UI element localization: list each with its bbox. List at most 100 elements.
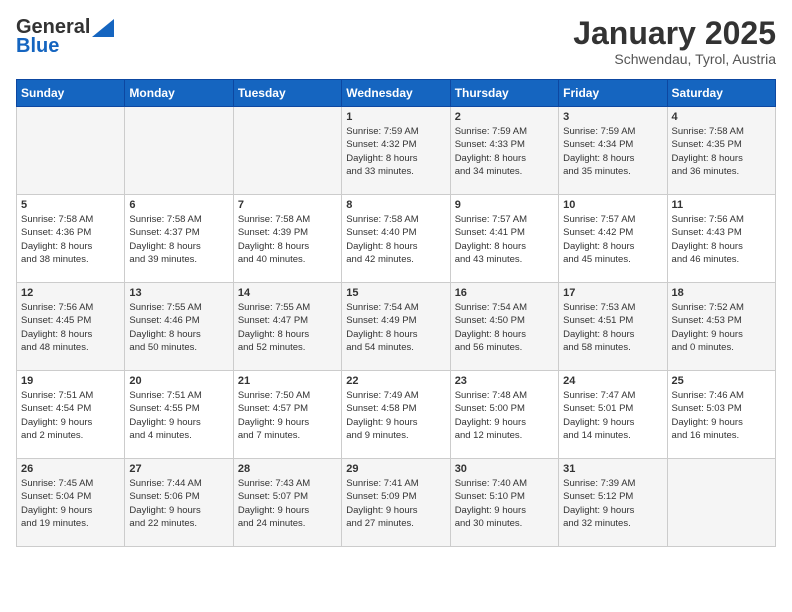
calendar-body: 1 Sunrise: 7:59 AM Sunset: 4:32 PM Daylig… <box>17 107 776 547</box>
day-number: 24 <box>563 375 662 387</box>
calendar-week-row: 19 Sunrise: 7:51 AM Sunset: 4:54 PM Dayli… <box>17 371 776 459</box>
logo-blue-text: Blue <box>16 35 59 58</box>
table-row: 14 Sunrise: 7:55 AM Sunset: 4:47 PM Dayli… <box>233 283 341 371</box>
day-info: Sunrise: 7:55 AM Sunset: 4:46 PM Dayligh… <box>129 301 228 354</box>
calendar-week-row: 1 Sunrise: 7:59 AM Sunset: 4:32 PM Daylig… <box>17 107 776 195</box>
day-number: 17 <box>563 287 662 299</box>
day-number: 7 <box>238 199 337 211</box>
table-row: 19 Sunrise: 7:51 AM Sunset: 4:54 PM Dayli… <box>17 371 125 459</box>
day-info: Sunrise: 7:45 AM Sunset: 5:04 PM Dayligh… <box>21 477 120 530</box>
table-row: 10 Sunrise: 7:57 AM Sunset: 4:42 PM Dayli… <box>559 195 667 283</box>
day-info: Sunrise: 7:58 AM Sunset: 4:39 PM Dayligh… <box>238 213 337 266</box>
table-row: 25 Sunrise: 7:46 AM Sunset: 5:03 PM Dayli… <box>667 371 775 459</box>
table-row <box>667 459 775 547</box>
day-info: Sunrise: 7:54 AM Sunset: 4:49 PM Dayligh… <box>346 301 445 354</box>
header-thursday: Thursday <box>450 80 558 107</box>
day-number: 29 <box>346 463 445 475</box>
calendar-week-row: 12Sunrise: 7:56 AM Sunset: 4:45 PM Dayli… <box>17 283 776 371</box>
header-saturday: Saturday <box>667 80 775 107</box>
table-row: 27 Sunrise: 7:44 AM Sunset: 5:06 PM Dayli… <box>125 459 233 547</box>
day-info: Sunrise: 7:53 AM Sunset: 4:51 PM Dayligh… <box>563 301 662 354</box>
day-number: 12 <box>21 287 120 299</box>
table-row: 24 Sunrise: 7:47 AM Sunset: 5:01 PM Dayli… <box>559 371 667 459</box>
day-info: Sunrise: 7:58 AM Sunset: 4:35 PM Dayligh… <box>672 125 771 178</box>
day-number: 11 <box>672 199 771 211</box>
day-info: Sunrise: 7:48 AM Sunset: 5:00 PM Dayligh… <box>455 389 554 442</box>
table-row: 30Sunrise: 7:40 AM Sunset: 5:10 PM Dayli… <box>450 459 558 547</box>
logo: General Blue <box>16 16 114 58</box>
day-info: Sunrise: 7:44 AM Sunset: 5:06 PM Dayligh… <box>129 477 228 530</box>
calendar-header-row: Sunday Monday Tuesday Wednesday Thursday… <box>17 80 776 107</box>
table-row: 15 Sunrise: 7:54 AM Sunset: 4:49 PM Dayli… <box>342 283 450 371</box>
table-row: 29 Sunrise: 7:41 AM Sunset: 5:09 PM Dayli… <box>342 459 450 547</box>
day-info: Sunrise: 7:59 AM Sunset: 4:33 PM Dayligh… <box>455 125 554 178</box>
table-row: 6 Sunrise: 7:58 AM Sunset: 4:37 PM Daylig… <box>125 195 233 283</box>
day-number: 3 <box>563 111 662 123</box>
day-number: 2 <box>455 111 554 123</box>
day-info: Sunrise: 7:59 AM Sunset: 4:32 PM Dayligh… <box>346 125 445 178</box>
day-info: Sunrise: 7:58 AM Sunset: 4:36 PM Dayligh… <box>21 213 120 266</box>
day-number: 25 <box>672 375 771 387</box>
header-tuesday: Tuesday <box>233 80 341 107</box>
day-info: Sunrise: 7:43 AM Sunset: 5:07 PM Dayligh… <box>238 477 337 530</box>
header-sunday: Sunday <box>17 80 125 107</box>
day-info: Sunrise: 7:58 AM Sunset: 4:37 PM Dayligh… <box>129 213 228 266</box>
table-row: 7 Sunrise: 7:58 AM Sunset: 4:39 PM Daylig… <box>233 195 341 283</box>
day-info: Sunrise: 7:49 AM Sunset: 4:58 PM Dayligh… <box>346 389 445 442</box>
table-row: 3 Sunrise: 7:59 AM Sunset: 4:34 PM Daylig… <box>559 107 667 195</box>
header-monday: Monday <box>125 80 233 107</box>
day-info: Sunrise: 7:46 AM Sunset: 5:03 PM Dayligh… <box>672 389 771 442</box>
day-number: 27 <box>129 463 228 475</box>
calendar-table: Sunday Monday Tuesday Wednesday Thursday… <box>16 79 776 547</box>
calendar-week-row: 26 Sunrise: 7:45 AM Sunset: 5:04 PM Dayli… <box>17 459 776 547</box>
day-number: 22 <box>346 375 445 387</box>
day-info: Sunrise: 7:59 AM Sunset: 4:34 PM Dayligh… <box>563 125 662 178</box>
day-info: Sunrise: 7:57 AM Sunset: 4:42 PM Dayligh… <box>563 213 662 266</box>
day-number: 19 <box>21 375 120 387</box>
calendar-title: January 2025 <box>573 16 776 51</box>
day-number: 8 <box>346 199 445 211</box>
calendar-subtitle: Schwendau, Tyrol, Austria <box>573 51 776 67</box>
day-number: 31 <box>563 463 662 475</box>
day-number: 21 <box>238 375 337 387</box>
table-row: 21 Sunrise: 7:50 AM Sunset: 4:57 PM Dayli… <box>233 371 341 459</box>
day-number: 1 <box>346 111 445 123</box>
day-number: 4 <box>672 111 771 123</box>
table-row <box>17 107 125 195</box>
table-row: 26 Sunrise: 7:45 AM Sunset: 5:04 PM Dayli… <box>17 459 125 547</box>
table-row: 8Sunrise: 7:58 AM Sunset: 4:40 PM Daylig… <box>342 195 450 283</box>
table-row: 1 Sunrise: 7:59 AM Sunset: 4:32 PM Daylig… <box>342 107 450 195</box>
day-number: 16 <box>455 287 554 299</box>
day-number: 28 <box>238 463 337 475</box>
day-number: 6 <box>129 199 228 211</box>
table-row: 4 Sunrise: 7:58 AM Sunset: 4:35 PM Daylig… <box>667 107 775 195</box>
day-info: Sunrise: 7:39 AM Sunset: 5:12 PM Dayligh… <box>563 477 662 530</box>
table-row: 28 Sunrise: 7:43 AM Sunset: 5:07 PM Dayli… <box>233 459 341 547</box>
day-number: 5 <box>21 199 120 211</box>
day-number: 9 <box>455 199 554 211</box>
calendar-week-row: 5 Sunrise: 7:58 AM Sunset: 4:36 PM Daylig… <box>17 195 776 283</box>
day-info: Sunrise: 7:50 AM Sunset: 4:57 PM Dayligh… <box>238 389 337 442</box>
day-number: 20 <box>129 375 228 387</box>
header-wednesday: Wednesday <box>342 80 450 107</box>
table-row <box>125 107 233 195</box>
day-info: Sunrise: 7:47 AM Sunset: 5:01 PM Dayligh… <box>563 389 662 442</box>
table-row: 11 Sunrise: 7:56 AM Sunset: 4:43 PM Dayli… <box>667 195 775 283</box>
day-number: 26 <box>21 463 120 475</box>
day-number: 10 <box>563 199 662 211</box>
table-row: 17 Sunrise: 7:53 AM Sunset: 4:51 PM Dayli… <box>559 283 667 371</box>
day-number: 14 <box>238 287 337 299</box>
day-number: 15 <box>346 287 445 299</box>
day-info: Sunrise: 7:41 AM Sunset: 5:09 PM Dayligh… <box>346 477 445 530</box>
table-row: 23 Sunrise: 7:48 AM Sunset: 5:00 PM Dayli… <box>450 371 558 459</box>
day-info: Sunrise: 7:56 AM Sunset: 4:43 PM Dayligh… <box>672 213 771 266</box>
logo-icon <box>92 19 114 37</box>
table-row: 31 Sunrise: 7:39 AM Sunset: 5:12 PM Dayli… <box>559 459 667 547</box>
day-info: Sunrise: 7:57 AM Sunset: 4:41 PM Dayligh… <box>455 213 554 266</box>
table-row: 13Sunrise: 7:55 AM Sunset: 4:46 PM Dayli… <box>125 283 233 371</box>
day-info: Sunrise: 7:55 AM Sunset: 4:47 PM Dayligh… <box>238 301 337 354</box>
day-info: Sunrise: 7:51 AM Sunset: 4:55 PM Dayligh… <box>129 389 228 442</box>
day-number: 30 <box>455 463 554 475</box>
day-number: 23 <box>455 375 554 387</box>
day-info: Sunrise: 7:51 AM Sunset: 4:54 PM Dayligh… <box>21 389 120 442</box>
